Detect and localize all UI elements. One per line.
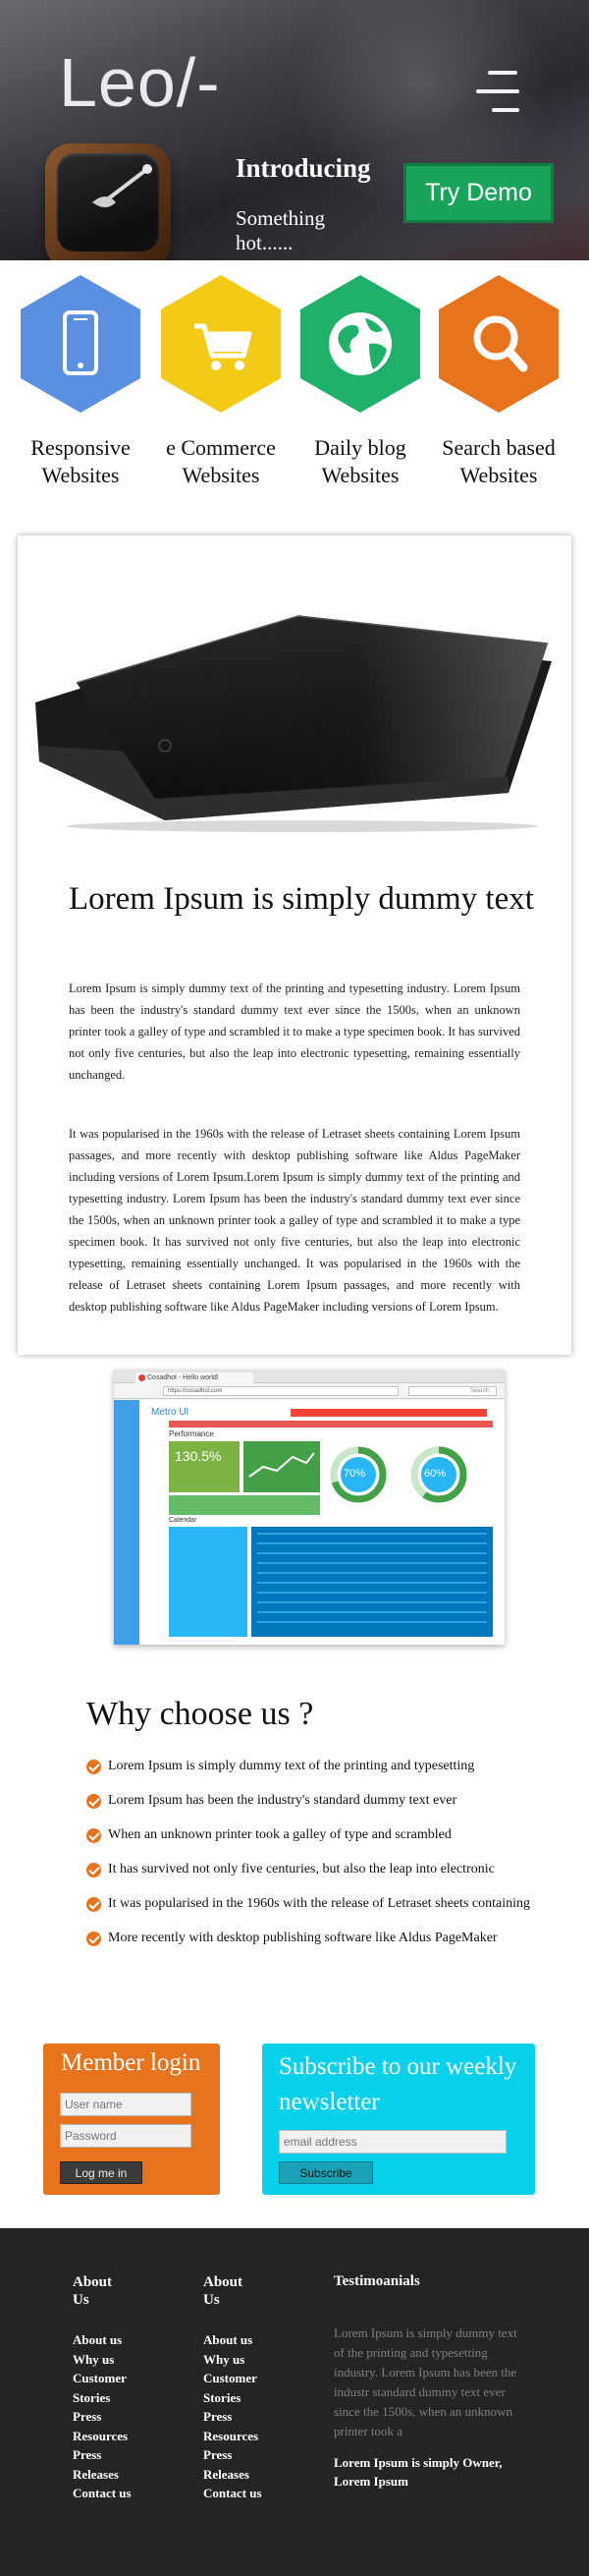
feature-search[interactable]: Search based Websites bbox=[429, 275, 568, 489]
intro-title: Introducing bbox=[236, 153, 371, 183]
intro-subtitle: Something hot...... bbox=[236, 206, 326, 254]
smartphone-icon[interactable] bbox=[21, 275, 140, 413]
footer-link[interactable]: Press Releases bbox=[73, 2445, 132, 2484]
check-circle-icon bbox=[86, 1760, 101, 1774]
feature-label: Responsive Websites bbox=[30, 435, 131, 487]
article-paragraph-1: Lorem Ipsum is simply dummy text of the … bbox=[69, 981, 520, 1082]
why-choose-title: Why choose us ? bbox=[86, 1696, 314, 1732]
browser-search: Search bbox=[408, 1386, 497, 1396]
try-demo-button[interactable]: Try Demo bbox=[403, 163, 554, 223]
footer-link[interactable]: Press Resources bbox=[73, 2407, 132, 2445]
list-item: Lorem Ipsum has been the industry's stan… bbox=[86, 1791, 530, 1825]
feature-blog[interactable]: Daily blog Websites bbox=[291, 275, 430, 489]
app-name: Metro UI bbox=[151, 1407, 189, 1418]
check-circle-icon bbox=[86, 1897, 101, 1912]
dashboard-screenshot: Cosadhot - Hello world! https://cosadhot… bbox=[114, 1370, 505, 1645]
article-title: Lorem Ipsum is simply dummy text bbox=[69, 881, 534, 917]
testimonial-author: Lorem Ipsum is simply Owner, Lorem Ipsum bbox=[334, 2455, 503, 2489]
check-circle-icon bbox=[86, 1828, 101, 1843]
feature-label: e Commerce Websites bbox=[166, 435, 276, 487]
newsletter-panel: Subscribe to our weekly newsletter Subsc… bbox=[262, 2044, 535, 2195]
tablet-image bbox=[35, 615, 552, 832]
password-field[interactable] bbox=[60, 2124, 191, 2148]
footer-link[interactable]: About us bbox=[73, 2330, 132, 2350]
footer-column-title: About Us bbox=[73, 2274, 113, 2308]
footer-link[interactable]: Press Releases bbox=[203, 2445, 262, 2484]
list-item: When an unknown printer took a galley of… bbox=[86, 1825, 530, 1860]
feature-label: Daily blog Websites bbox=[314, 435, 406, 487]
testimonial-quote: Lorem Ipsum is simply dummy text of the … bbox=[334, 2325, 517, 2438]
login-title: Member login bbox=[61, 2049, 201, 2076]
search-icon[interactable] bbox=[439, 275, 559, 413]
article-card: Lorem Ipsum is simply dummy text Lorem I… bbox=[18, 535, 571, 1355]
check-circle-icon bbox=[86, 1932, 101, 1946]
footer: About Us About us Why us Customer Storie… bbox=[0, 2228, 589, 2576]
check-circle-icon bbox=[86, 1863, 101, 1877]
footer-link[interactable]: Customer Stories bbox=[203, 2369, 262, 2407]
footer-column-about-2: About Us About us Why us Customer Storie… bbox=[203, 2273, 262, 2503]
browser-tab: Cosadhot - Hello world! bbox=[135, 1372, 253, 1383]
login-button[interactable]: Log me in bbox=[60, 2161, 142, 2184]
check-circle-icon bbox=[86, 1794, 101, 1809]
browser-url: https://cosadhot.com bbox=[163, 1386, 399, 1396]
footer-column-title: About Us bbox=[203, 2274, 243, 2308]
section-title: Performance bbox=[169, 1429, 214, 1438]
list-item: More recently with desktop publishing so… bbox=[86, 1929, 530, 1963]
app-icon bbox=[45, 143, 171, 260]
article-paragraph-2: It was popularised in the 1960s with the… bbox=[69, 1127, 520, 1314]
footer-link[interactable]: Contact us bbox=[73, 2484, 132, 2503]
list-item: It was popularised in the 1960s with the… bbox=[86, 1894, 530, 1929]
subscribe-button[interactable]: Subscribe bbox=[279, 2161, 373, 2184]
feature-ecommerce[interactable]: e Commerce Websites bbox=[151, 275, 291, 489]
username-field[interactable] bbox=[60, 2093, 191, 2116]
footer-link[interactable]: Why us bbox=[73, 2350, 132, 2370]
footer-link[interactable]: Customer Stories bbox=[73, 2369, 132, 2407]
stat-gauge-1: 70% bbox=[344, 1468, 366, 1480]
shopping-cart-icon[interactable] bbox=[161, 275, 281, 413]
footer-testimonials: Testimoanials Lorem Ipsum is simply dumm… bbox=[334, 2273, 520, 2491]
email-field[interactable] bbox=[279, 2130, 507, 2154]
footer-link[interactable]: Contact us bbox=[203, 2484, 262, 2503]
calendar-label: Calendar bbox=[169, 1517, 197, 1524]
list-item: Lorem Ipsum is simply dummy text of the … bbox=[86, 1757, 530, 1791]
list-item: It has survived not only five centuries,… bbox=[86, 1860, 530, 1894]
browser-logo-icon bbox=[138, 1374, 145, 1381]
why-choose-list: Lorem Ipsum is simply dummy text of the … bbox=[86, 1757, 530, 1963]
footer-link[interactable]: Press Resources bbox=[203, 2407, 262, 2445]
footer-link[interactable]: Why us bbox=[203, 2350, 262, 2370]
site-logo[interactable]: Leo/- bbox=[59, 43, 221, 122]
feature-responsive[interactable]: Responsive Websites bbox=[11, 275, 150, 489]
newsletter-title: Subscribe to our weekly newsletter bbox=[279, 2053, 517, 2115]
feature-label: Search based Websites bbox=[442, 435, 556, 487]
hamburger-menu-icon[interactable] bbox=[476, 69, 521, 118]
footer-column-about-1: About Us About us Why us Customer Storie… bbox=[73, 2273, 132, 2503]
globe-icon[interactable] bbox=[300, 275, 420, 413]
testimonials-title: Testimoanials bbox=[334, 2273, 420, 2289]
stat-percent: 130.5% bbox=[175, 1448, 222, 1464]
hero-banner: Leo/- Introducing Something hot...... Tr… bbox=[0, 0, 589, 260]
stat-gauge-2: 60% bbox=[424, 1468, 447, 1480]
footer-link[interactable]: About us bbox=[203, 2330, 262, 2350]
member-login-panel: Member login Log me in bbox=[43, 2044, 220, 2195]
